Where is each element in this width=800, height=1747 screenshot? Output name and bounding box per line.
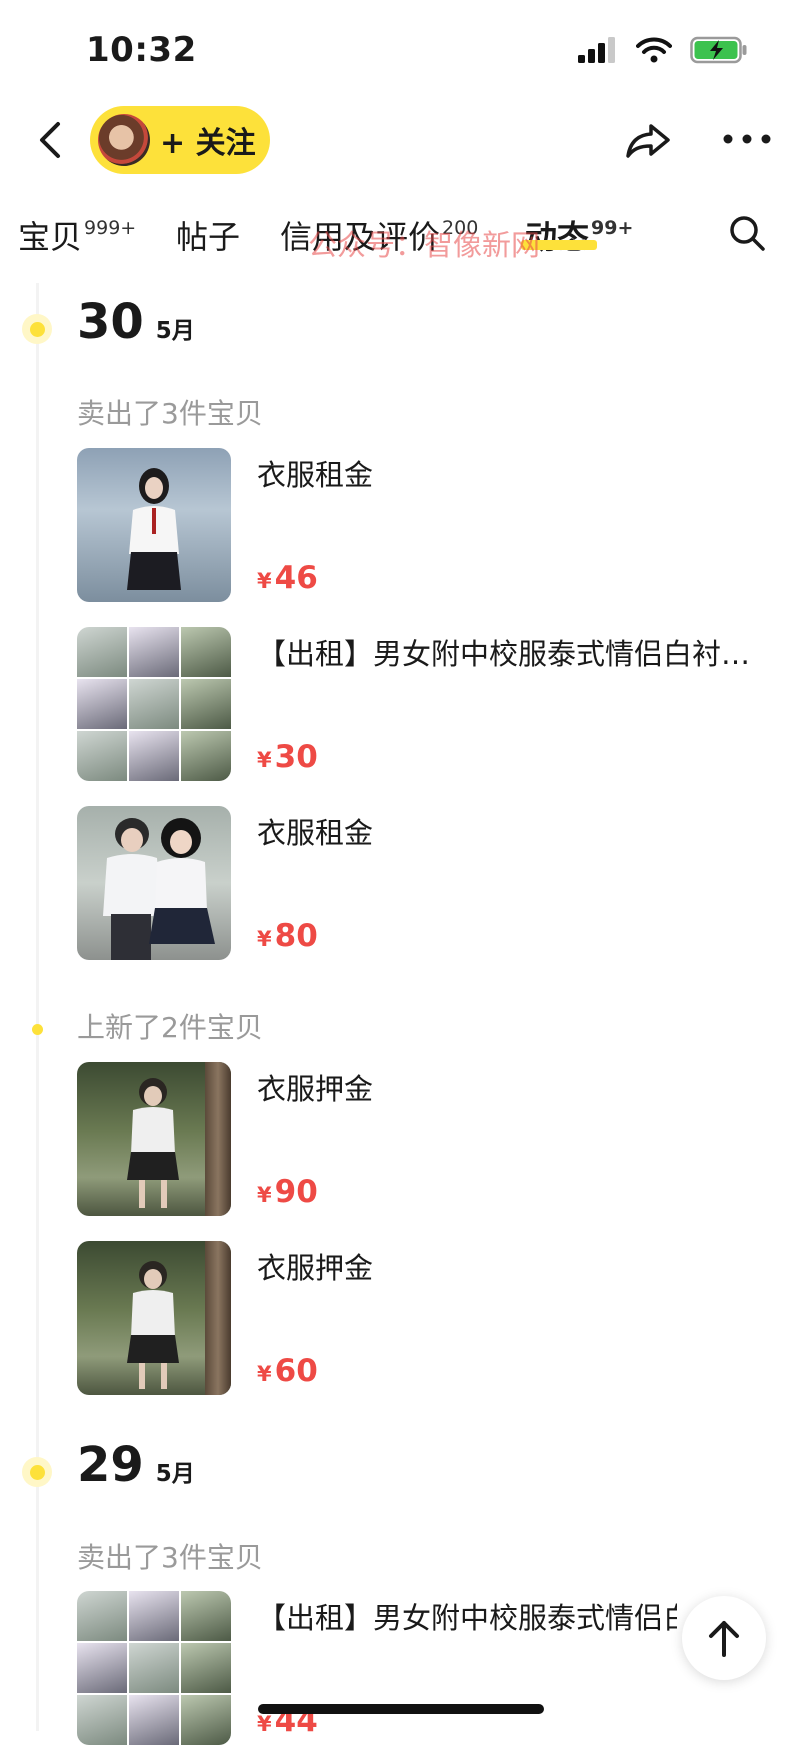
timeline-line [36,283,39,1731]
item-title[interactable]: 【出租】男女附中校服泰式情侣白 [257,1595,677,1637]
more-dots-icon[interactable] [722,126,772,152]
date-day: 30 [77,294,144,350]
tab-posts-label: 帖子 [176,218,241,256]
item-title[interactable]: 衣服押金 [257,1066,762,1108]
couple-figures-image [103,818,215,960]
section-label-sold: 卖出了3件宝贝 [77,397,263,430]
scroll-to-top-button[interactable] [682,1596,766,1680]
timeline-dot-small [32,1024,43,1035]
item-thumbnail-collage[interactable] [77,1591,231,1745]
list-item[interactable]: 衣服押金 ¥90 [77,1062,777,1218]
watermark: 公众号：智像新网 [308,228,541,262]
avatar[interactable] [98,114,150,166]
status-time: 10:32 [86,30,197,70]
item-title[interactable]: 衣服租金 [257,810,762,852]
currency-symbol: ¥ [257,1362,272,1386]
item-price: ¥46 [257,560,318,596]
price-value: 46 [274,560,318,596]
currency-symbol: ¥ [257,748,272,772]
item-price: ¥90 [257,1174,318,1210]
item-thumbnail[interactable] [77,448,231,602]
item-thumbnail[interactable] [77,1062,231,1216]
currency-symbol: ¥ [257,1712,272,1736]
timeline-dot [22,314,52,344]
tab-posts[interactable]: 帖子 [176,212,240,258]
list-item[interactable]: 【出租】男女附中校服泰式情侣白衬衫校服 ¥30 [77,627,777,783]
tab-items-badge: 999+ [84,217,137,239]
list-item[interactable]: 衣服租金 ¥46 [77,448,777,604]
item-price: ¥30 [257,739,318,775]
price-value: 60 [274,1353,318,1389]
share-arrow-icon[interactable] [624,118,672,162]
section-label-new: 上新了2件宝贝 [77,1011,263,1044]
date-month: 5月 [155,318,195,344]
item-title[interactable]: 衣服租金 [257,452,762,494]
section-label-sold: 卖出了3件宝贝 [77,1541,263,1574]
tab-activity-badge: 99+ [591,217,634,239]
back-chevron-left-icon[interactable] [30,118,74,162]
price-value: 90 [274,1174,318,1210]
item-price: ¥60 [257,1353,318,1389]
price-value: 80 [274,918,318,954]
item-title[interactable]: 衣服押金 [257,1245,762,1287]
tab-activity[interactable]: 动态 99+ [525,212,633,258]
tab-items[interactable]: 宝贝 999+ [18,212,136,258]
student-figure-image [127,1261,179,1389]
follow-button[interactable]: + 关注 [90,106,270,174]
item-thumbnail-collage[interactable] [77,627,231,781]
timeline-dot [22,1457,52,1487]
item-thumbnail[interactable] [77,1241,231,1395]
girl-figure-image [127,468,181,590]
item-title[interactable]: 【出租】男女附中校服泰式情侣白衬衫校服 [257,631,762,673]
list-item[interactable]: 衣服押金 ¥60 [77,1241,777,1397]
status-bar: 10:32 [0,0,800,100]
list-item[interactable]: 【出租】男女附中校服泰式情侣白 ¥44 [77,1591,777,1747]
currency-symbol: ¥ [257,927,272,951]
list-item[interactable]: 衣服租金 ¥80 [77,806,777,962]
currency-symbol: ¥ [257,1183,272,1207]
follow-label: + 关注 [160,126,256,161]
currency-symbol: ¥ [257,569,272,593]
price-value: 30 [274,739,318,775]
student-figure-image [127,1078,179,1208]
item-thumbnail[interactable] [77,806,231,960]
date-heading: 30 5月 [77,294,195,350]
search-icon[interactable] [728,214,766,252]
status-icons [578,36,748,64]
date-month: 5月 [155,1461,195,1487]
arrow-up-icon [709,1621,739,1657]
nav-bar: + 关注 [0,100,800,190]
date-heading: 29 5月 [77,1437,195,1493]
home-indicator[interactable] [258,1704,544,1714]
battery-icon [690,36,747,64]
date-day: 29 [77,1437,144,1493]
item-price: ¥80 [257,918,318,954]
signal-icon [578,37,615,63]
tab-items-label: 宝贝 [18,218,83,256]
wifi-icon [636,37,672,63]
